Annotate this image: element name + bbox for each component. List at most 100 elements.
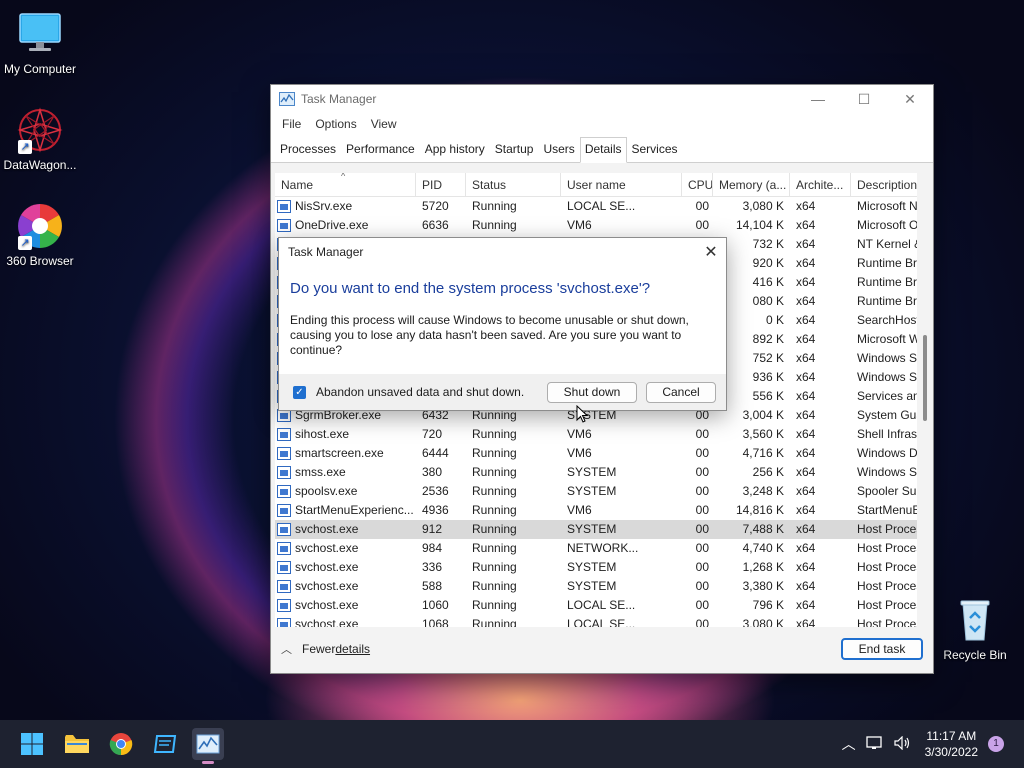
architecture-cell: x64 [796,199,816,213]
pid-cell: 1060 [422,598,449,612]
table-row[interactable]: svchost.exe 984 Running NETWORK... 00 4,740 K… [275,539,931,558]
taskbar-chrome[interactable] [105,728,137,760]
process-name-cell: svchost.exe [275,558,416,577]
taskbar-file-explorer[interactable] [61,728,93,760]
task-manager-footer: ︿ Fewer details End task [271,625,933,673]
memory-cell: 3,560 K [742,427,784,441]
tab-processes[interactable]: Processes [275,137,341,162]
table-row[interactable]: smss.exe 380 Running SYSTEM 00 256 Kx64 Window… [275,463,931,482]
shortcut-arrow-icon: ↗ [18,140,32,154]
column-header-status[interactable]: Status [466,173,561,197]
shut-down-button[interactable]: Shut down [547,381,637,403]
close-button[interactable]: ✕ [887,85,933,113]
column-header-cpu[interactable]: CPU [682,173,713,197]
architecture-cell: x64 [796,313,816,327]
taskbar-task-manager[interactable] [192,728,224,764]
table-row[interactable]: OneDrive.exe 6636 Running VM6 00 14,104 Kx64 M… [275,216,931,235]
tab-users[interactable]: Users [538,137,579,162]
clock[interactable]: 11:17 AM 3/30/2022 [925,728,978,760]
desktop-icon-360-browser[interactable]: ↗ 360 Browser [0,202,80,268]
datawagon-logo-icon: ↗ [16,106,64,154]
table-row[interactable]: smartscreen.exe 6444 Running VM6 00 4,716 K x6… [275,444,931,463]
architecture-cell: x64 [796,598,816,612]
architecture-cell: x64 [796,408,816,422]
dialog-body-text: Ending this process will cause Windows t… [290,313,689,357]
close-icon: ✕ [704,244,718,261]
tab-app-history[interactable]: App history [420,137,490,162]
table-row[interactable]: StartMenuExperienc... 4936 Running VM6 00 14,… [275,501,931,520]
minimize-button[interactable]: — [795,85,841,113]
table-row[interactable]: NisSrv.exe 5720 Running LOCAL SE... 00 3,080 … [275,197,931,216]
status-cell: Running [472,579,517,593]
column-header-memory[interactable]: Memory (a... [713,173,790,197]
architecture-cell: x64 [796,484,816,498]
taskbar: ︿ 11:17 AM 3/30/2022 1 [0,720,1024,768]
pid-cell: 5720 [422,199,449,213]
table-row[interactable]: svchost.exe 1060 Running LOCAL SE... 00 796 K… [275,596,931,615]
abandon-data-checkbox[interactable]: ✓ [293,385,306,399]
tab-performance[interactable]: Performance [341,137,420,162]
table-row[interactable]: svchost.exe 912 Running SYSTEM 00 7,488 Kx64 H… [275,520,931,539]
architecture-cell: x64 [796,446,816,460]
architecture-cell: x64 [796,389,816,403]
architecture-cell: x64 [796,370,816,384]
scrollbar-thumb[interactable] [923,335,927,421]
architecture-cell: x64 [796,332,816,346]
chevron-up-icon[interactable]: ︿ [842,734,856,754]
architecture-cell: x64 [796,579,816,593]
network-icon[interactable] [865,735,884,753]
dialog-close-button[interactable]: ✕ [696,242,726,262]
tab-strip: Processes Performance App history Startu… [271,135,933,163]
maximize-button[interactable]: ☐ [841,85,887,113]
user-name-cell: VM6 [567,427,592,441]
end-process-dialog[interactable]: Task Manager ✕ Do you want to end the sy… [278,237,727,411]
column-header-user-name[interactable]: User name [561,173,682,197]
cpu-cell: 00 [695,446,709,460]
architecture-cell: x64 [796,522,816,536]
tab-startup[interactable]: Startup [490,137,539,162]
task-manager-titlebar[interactable]: Task Manager — ☐ ✕ [271,85,933,113]
status-cell: Running [472,503,517,517]
clock-time: 11:17 AM [926,729,977,743]
abandon-data-checkbox-label[interactable]: Abandon unsaved data and shut down. [316,385,538,399]
architecture-cell: x64 [796,351,816,365]
menu-view[interactable]: View [364,117,404,131]
fewer-details-link[interactable]: ︿ Fewer details [281,641,841,657]
desktop-icon-my-computer[interactable]: My Computer [0,10,80,76]
process-name-cell: svchost.exe [275,520,416,539]
process-name: NisSrv.exe [295,199,353,213]
notification-badge[interactable]: 1 [988,736,1004,752]
table-row[interactable]: svchost.exe 588 Running SYSTEM 00 3,380 Kx64 H… [275,577,931,596]
cancel-button[interactable]: Cancel [646,381,716,403]
tab-details[interactable]: Details [579,137,627,163]
process-name-cell: smartscreen.exe [275,444,416,463]
taskbar-app[interactable] [149,728,181,760]
menu-file[interactable]: File [275,117,308,131]
folder-icon [65,735,89,753]
memory-cell: 1,268 K [742,560,784,574]
column-header-architecture[interactable]: Archite... [790,173,851,197]
vertical-scrollbar[interactable] [917,173,933,627]
memory-cell: 4,716 K [742,446,784,460]
table-row[interactable]: sihost.exe 720 Running VM6 00 3,560 Kx64 Shell… [275,425,931,444]
process-name: StartMenuExperienc... [295,503,414,517]
process-icon [277,580,291,593]
process-name: spoolsv.exe [295,484,358,498]
tab-services[interactable]: Services [627,137,683,162]
volume-icon[interactable] [894,735,912,753]
user-name-cell: LOCAL SE... [567,199,636,213]
desktop-icon-datawagon[interactable]: ↗ DataWagon... [0,106,80,172]
table-row[interactable]: svchost.exe 336 Running SYSTEM 00 1,268 Kx64 H… [275,558,931,577]
table-row[interactable]: spoolsv.exe 2536 Running SYSTEM 00 3,248 K x64… [275,482,931,501]
user-name-cell: VM6 [567,503,592,517]
column-header-name[interactable]: Name [275,173,416,197]
menu-options[interactable]: Options [308,117,363,131]
process-icon [277,200,291,213]
user-name-cell: VM6 [567,446,592,460]
start-button[interactable] [16,728,48,760]
end-task-button[interactable]: End task [841,638,923,660]
process-name-cell: sihost.exe [275,425,416,444]
desktop-icon-recycle-bin[interactable]: Recycle Bin [935,596,1015,662]
column-header-pid[interactable]: PID [416,173,466,197]
pid-cell: 6636 [422,218,449,232]
